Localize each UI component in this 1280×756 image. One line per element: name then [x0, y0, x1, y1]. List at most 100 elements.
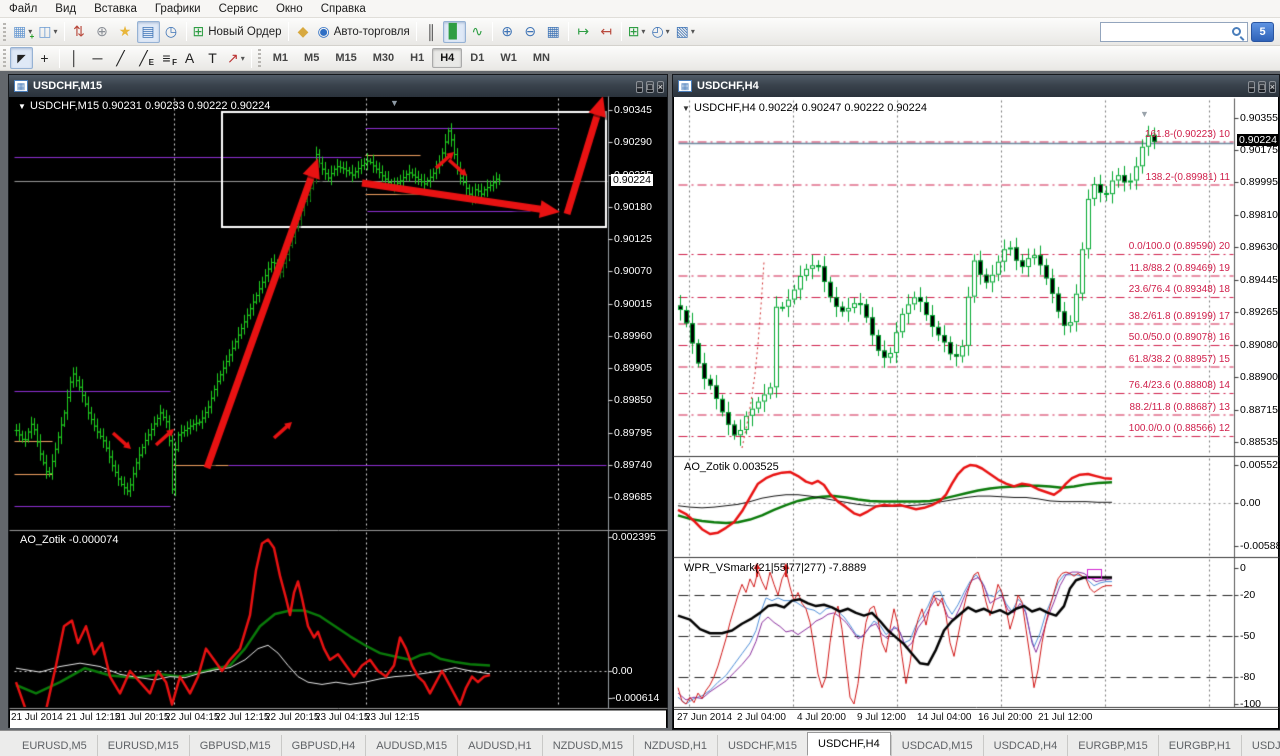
toolbar-grip	[3, 49, 6, 67]
chart-tab-AUDUSD,H1[interactable]: AUDUSD,H1	[457, 735, 542, 756]
menu-item-Вставка[interactable]: Вставка	[85, 2, 146, 16]
chart-tab-USDCHF,H4[interactable]: USDCHF,H4	[807, 732, 891, 756]
trendline-button[interactable]: ╱	[109, 47, 132, 69]
time-axis-strip[interactable]	[674, 709, 1278, 727]
timeframe-button-W1[interactable]: W1	[492, 48, 525, 68]
menu-item-Справка[interactable]: Справка	[312, 2, 375, 16]
chart-tab-EURGBP,H1[interactable]: EURGBP,H1	[1157, 735, 1241, 756]
window-title: USDCHF,H4	[697, 80, 759, 92]
chart-window-usdchf-m15: ▦ USDCHF,M15 – □ ×	[8, 74, 668, 728]
maximize-button[interactable]: □	[646, 81, 654, 93]
crosshair-button[interactable]: +	[33, 47, 56, 69]
chart-tab-USDCAD,H4[interactable]: USDCAD,H4	[982, 735, 1068, 756]
maximize-button[interactable]: □	[1258, 81, 1266, 93]
vertical-line-button[interactable]: │	[63, 47, 86, 69]
zoom-out-button[interactable]: ⊖	[519, 21, 542, 43]
chart-tab-EURUSD,M15[interactable]: EURUSD,M15	[96, 735, 189, 756]
chart-tab-GBPUSD,M15[interactable]: GBPUSD,M15	[188, 735, 281, 756]
new-chart-button[interactable]: ▦ + ▾	[10, 21, 35, 43]
chart-tab-AUDUSD,M15[interactable]: AUDUSD,M15	[365, 735, 457, 756]
bar-chart-icon: ║	[426, 23, 437, 40]
toolbar-grip	[3, 22, 6, 41]
profiles-button[interactable]: ◫ ▾	[35, 21, 60, 43]
timeframe-button-M15[interactable]: M15	[327, 48, 364, 68]
toolbar-separator	[415, 22, 417, 41]
chart-tab-EURGBP,M15[interactable]: EURGBP,M15	[1067, 735, 1158, 756]
time-axis-strip[interactable]	[10, 710, 666, 728]
chart-shift-icon: ↤	[600, 23, 613, 39]
chart-area-h4[interactable]	[674, 97, 1278, 728]
equidistant-channel-button[interactable]: ╱ E	[132, 47, 155, 69]
text-button[interactable]: A	[178, 47, 201, 69]
timeframe-button-D1[interactable]: D1	[462, 48, 492, 68]
timeframe-button-MN[interactable]: MN	[525, 48, 558, 68]
menu-item-Окно[interactable]: Окно	[267, 2, 312, 16]
chart-tab-GBPUSD,H4[interactable]: GBPUSD,H4	[280, 735, 366, 756]
minimize-button[interactable]: –	[1248, 81, 1256, 93]
toolbar-drawing: ◤ + │ ─ ╱ ╱ E ≡ F A T ↗ ▾ M1 M5 M15 M30 H1 H4 D1 W1 MN	[0, 46, 1280, 71]
tile-windows-button[interactable]: ▦	[542, 21, 565, 43]
chart-tab-USDCAD,M15[interactable]: USDCAD,M15	[890, 735, 983, 756]
chart-tab-EURUSD,M5[interactable]: EURUSD,M5	[12, 735, 97, 756]
timeframe-button-H1[interactable]: H1	[402, 48, 432, 68]
new-chart-icon: ▦	[13, 23, 27, 39]
zoom-in-button[interactable]: ⊕	[496, 21, 519, 43]
chart-shift-button[interactable]: ↤	[595, 21, 618, 43]
search-area: 5	[1100, 21, 1274, 42]
fibonacci-button[interactable]: ≡ F	[155, 47, 178, 69]
auto-scroll-button[interactable]: ↦	[572, 21, 595, 43]
navigator-button[interactable]: ★	[114, 21, 137, 43]
templates-button[interactable]: ▧ ▾	[673, 21, 698, 43]
bar-chart-button[interactable]: ║	[420, 21, 443, 43]
strategy-tester-button[interactable]: ◷	[160, 21, 183, 43]
chart-tab-USDJPY,M15[interactable]: USDJPY,M15	[1240, 735, 1280, 756]
metaeditor-button[interactable]: ◆	[292, 21, 315, 43]
arrows-tool-button[interactable]: ↗ ▾	[224, 47, 248, 69]
market-watch-button[interactable]: ⇅	[68, 21, 91, 43]
new-chart-icon-overlay: +	[29, 31, 35, 41]
text-label-icon: T	[208, 50, 217, 66]
toolbar-separator	[491, 22, 493, 41]
chart-tab-NZDUSD,H1[interactable]: NZDUSD,H1	[632, 735, 717, 756]
periods-button[interactable]: ◴ ▾	[648, 21, 672, 43]
chart-tab-NZDUSD,M15[interactable]: NZDUSD,M15	[541, 735, 633, 756]
line-chart-icon: ∿	[471, 23, 484, 39]
new-order-button[interactable]: ⊞ Новый Ордер	[190, 21, 285, 43]
minimize-button[interactable]: –	[636, 81, 644, 93]
menu-bar: Файл Вид Вставка Графики Сервис Окно Справка	[0, 0, 1280, 18]
profiles-icon: ◫	[38, 23, 52, 39]
auto-scroll-icon: ↦	[577, 23, 590, 39]
timeframe-button-M30[interactable]: M30	[365, 48, 402, 68]
timeframe-button-M1[interactable]: M1	[265, 48, 296, 68]
cursor-button[interactable]: ◤	[10, 47, 33, 69]
window-titlebar[interactable]: ▦ USDCHF,M15 – □ ×	[9, 75, 667, 97]
window-titlebar[interactable]: ▦ USDCHF,H4 – □ ×	[673, 75, 1279, 97]
indicators-button[interactable]: ⊞ ▾	[625, 21, 649, 43]
search-icon	[1232, 27, 1241, 36]
timeframe-button-H4[interactable]: H4	[432, 48, 463, 68]
close-button[interactable]: ×	[656, 81, 664, 93]
auto-trading-icon: ◉	[317, 23, 330, 39]
horizontal-line-button[interactable]: ─	[86, 47, 109, 69]
data-window-button[interactable]: ⊕	[91, 21, 114, 43]
search-input[interactable]	[1100, 21, 1248, 42]
timeframe-button-M5[interactable]: M5	[296, 48, 327, 68]
line-chart-button[interactable]: ∿	[466, 21, 489, 43]
menu-item-Вид[interactable]: Вид	[46, 2, 85, 16]
metaeditor-icon: ◆	[297, 23, 309, 39]
text-label-button[interactable]: T	[201, 47, 224, 69]
arrows-tool-icon: ↗	[227, 49, 239, 66]
menu-item-Графики[interactable]: Графики	[146, 2, 210, 16]
auto-trading-button[interactable]: ◉ Авто-торговля	[315, 21, 413, 43]
close-button[interactable]: ×	[1268, 81, 1276, 93]
notification-badge[interactable]: 5	[1251, 21, 1274, 42]
menu-item-Сервис[interactable]: Сервис	[210, 2, 267, 16]
menu-item-Файл[interactable]: Файл	[0, 2, 46, 16]
toolbar-separator	[59, 48, 60, 68]
candlestick-chart-button[interactable]: ▊	[442, 20, 466, 43]
chart-area-m15[interactable]	[10, 97, 666, 726]
window-title: USDCHF,M15	[33, 80, 103, 92]
chart-tab-USDCHF,M15[interactable]: USDCHF,M15	[716, 735, 807, 756]
terminal-button[interactable]: ▤	[136, 20, 160, 43]
candlestick-chart-icon: ▊	[448, 23, 460, 39]
